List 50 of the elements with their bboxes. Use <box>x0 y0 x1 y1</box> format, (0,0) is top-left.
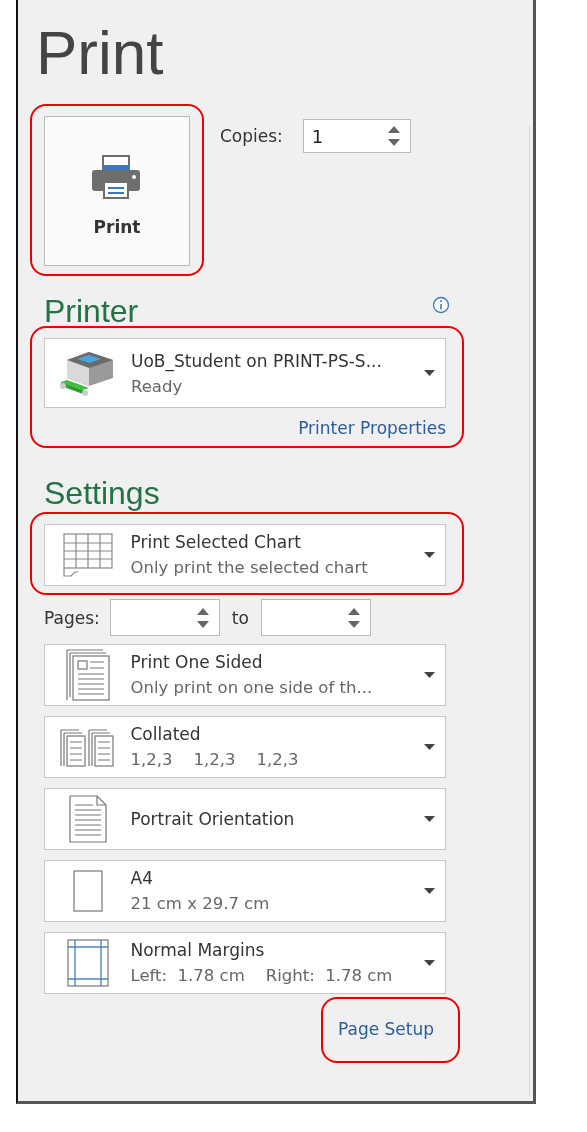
print-button[interactable]: Print <box>44 116 190 266</box>
document-icon <box>65 648 110 701</box>
copies-spinner[interactable]: 1 <box>302 119 411 153</box>
section-heading: Printer <box>44 292 139 331</box>
dropdown[interactable]: Portrait Orientation <box>43 787 446 850</box>
margins-icon <box>66 938 109 987</box>
dropdown[interactable]: A4 21 cm x 29.7 cm <box>43 859 446 922</box>
option-description: Only print the selected chart <box>130 558 369 577</box>
section-heading: Settings <box>44 474 161 513</box>
printer-icon <box>91 154 143 199</box>
blank-page-icon <box>72 869 103 912</box>
page-to-spinner[interactable] <box>260 599 371 636</box>
page-from-spinner[interactable] <box>109 599 220 636</box>
printer-status: Ready <box>131 376 184 396</box>
option-title: A4 <box>130 868 154 888</box>
dropdown[interactable]: Print One Sided Only print on one side of th... <box>43 643 446 706</box>
option-description: Only print on one side of th... <box>130 678 374 697</box>
printer-dropdown[interactable]: UoB_Student on PRINT-PS-S... Ready <box>44 338 446 408</box>
dropdown[interactable]: Collated 1,2,3 1,2,3 1,2,3 <box>43 715 446 778</box>
pages-label: Pages: <box>44 607 100 628</box>
option-description: 1,2,3 1,2,3 1,2,3 <box>130 750 300 769</box>
caret-icon <box>423 887 435 894</box>
option-description: Left: 1.78 cm Right: 1.78 cm <box>130 966 394 985</box>
table-icon <box>62 531 113 578</box>
caret-icon <box>423 671 435 678</box>
page-title: Print <box>36 17 165 89</box>
option-title: Normal Margins <box>130 940 266 960</box>
stacked-pages-icon <box>59 726 116 767</box>
caret-icon <box>423 959 435 966</box>
dropdown[interactable]: Normal Margins Left: 1.78 cm Right: 1.78 cm <box>43 931 446 994</box>
option-title: Print One Sided <box>130 652 264 672</box>
caret-icon <box>423 551 435 558</box>
spin-arrows-icon <box>196 606 209 629</box>
caret-icon <box>423 815 435 822</box>
printer-properties-link[interactable]: Printer Properties <box>298 418 446 438</box>
option-description: 21 cm x 29.7 cm <box>130 894 271 913</box>
spin-arrows-icon <box>347 606 360 629</box>
option-title: Collated <box>130 724 202 744</box>
page-setup-link[interactable]: Page Setup <box>338 1019 435 1039</box>
to-label: to <box>231 607 249 628</box>
copies-label: Copies: <box>220 126 283 146</box>
printer-name: UoB_Student on PRINT-PS-S... <box>131 350 383 371</box>
info-icon[interactable] <box>432 296 450 314</box>
spin-arrows-icon <box>387 125 400 147</box>
page-icon <box>68 794 107 843</box>
caret-icon <box>424 370 435 376</box>
option-title: Print Selected Chart <box>130 532 302 552</box>
caret-icon <box>423 743 435 750</box>
option-title: Portrait Orientation <box>130 808 296 829</box>
dropdown[interactable]: Print Selected Chart Only print the selected chart <box>43 523 446 586</box>
